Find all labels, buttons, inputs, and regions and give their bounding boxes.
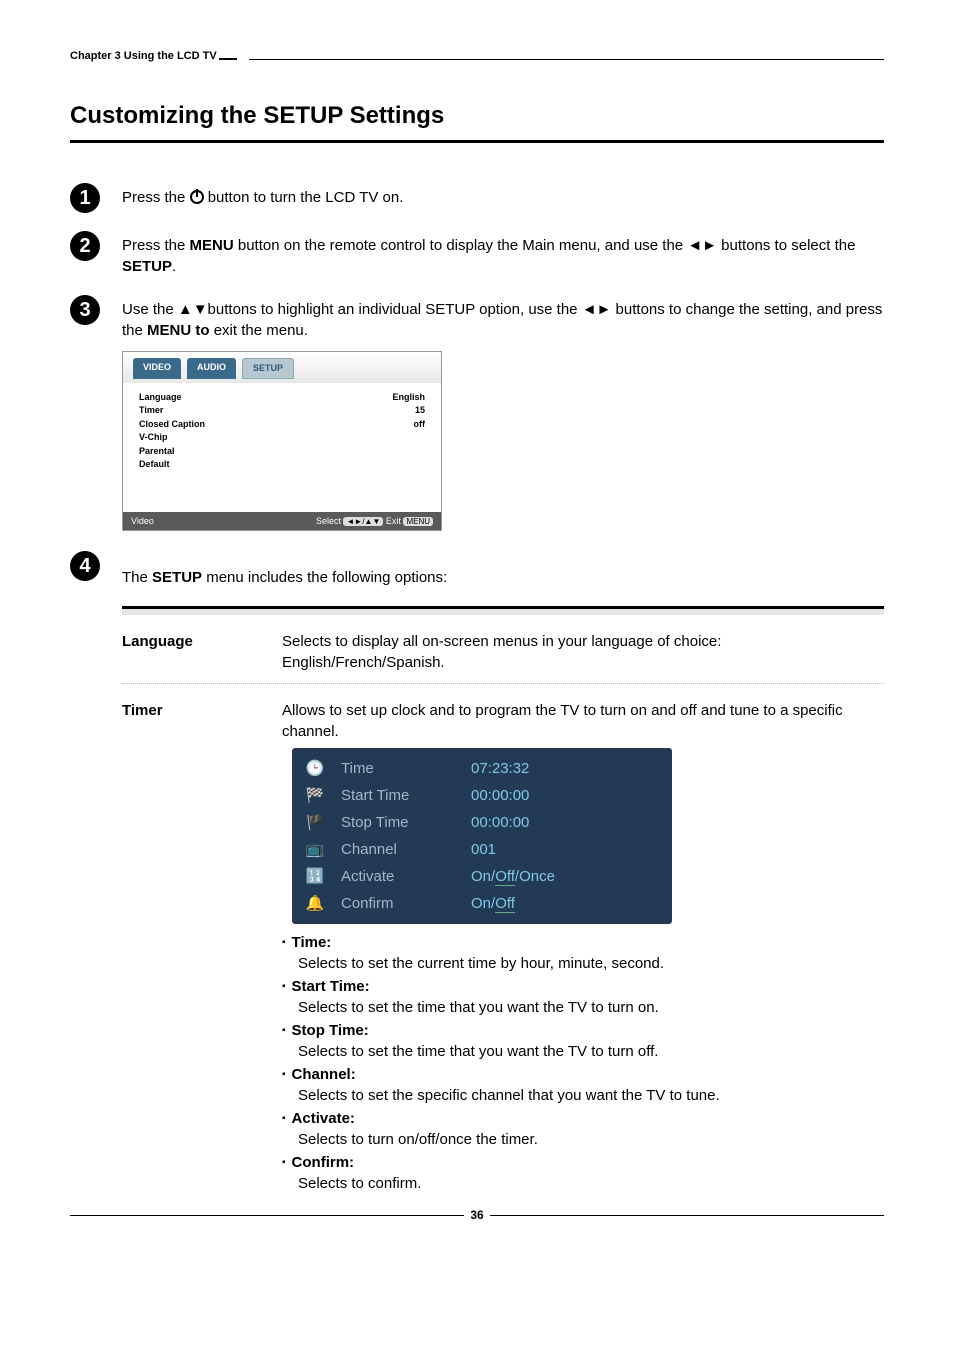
timer-row: 🔢ActivateOn/Off/Once (293, 863, 671, 890)
option-language-row: Language Selects to display all on-scree… (122, 615, 884, 683)
step-number-2: 2 (70, 231, 100, 261)
sub-confirm-desc: Selects to confirm. (298, 1173, 421, 1194)
step4-setup: SETUP (152, 569, 202, 586)
header-rule (249, 59, 884, 60)
page-title: Customizing the SETUP Settings (70, 102, 884, 130)
step4-text-a: The (122, 569, 152, 586)
osd-footer-exit: Exit (386, 516, 401, 526)
sub-channel-title: Channel: (282, 1066, 356, 1083)
step-number-1: 1 (70, 183, 100, 213)
osd-footer-left: Video (131, 515, 154, 528)
sub-activate-desc: Selects to turn on/off/once the timer. (298, 1129, 538, 1150)
step2-setup: SETUP (122, 258, 172, 275)
flag-on-icon: 🏁 (303, 786, 327, 806)
page-footer: 36 (70, 1208, 884, 1222)
option-language-name: Language (122, 631, 282, 673)
timer-osd-panel: 🕒Time07:23:32 🏁Start Time00:00:00 🏴Stop … (292, 748, 672, 924)
timer-row: 🕒Time07:23:32 (293, 755, 671, 782)
power-icon (190, 190, 204, 204)
step2-text-b: button on the remote control to display … (234, 237, 856, 254)
timer-sub-list: Time: Selects to set the current time by … (282, 932, 884, 1194)
osd-row: Default (139, 458, 425, 472)
sub-start-title: Start Time: (282, 978, 370, 995)
title-underline (70, 140, 884, 143)
footer-rule-right (490, 1215, 884, 1216)
step4-text-b: menu includes the following options: (202, 569, 447, 586)
step-4: 4 The SETUP menu includes the following … (70, 551, 884, 1204)
timer-row: 🏴Stop Time00:00:00 (293, 809, 671, 836)
osd-row: Closed Captionoff (139, 418, 425, 432)
timer-row: 🔔ConfirmOn/Off (293, 890, 671, 917)
sub-start-desc: Selects to set the time that you want th… (298, 997, 659, 1018)
sub-channel-desc: Selects to set the specific channel that… (298, 1085, 720, 1106)
step3-menu: MENU to (147, 322, 210, 339)
step2-text-c: . (172, 258, 176, 275)
sub-time-desc: Selects to set the current time by hour,… (298, 953, 664, 974)
osd-footer-menu-key: MENU (403, 517, 433, 526)
footer-rule-left (70, 1215, 464, 1216)
step-number-4: 4 (70, 551, 100, 581)
step2-menu: MENU (190, 237, 234, 254)
sub-stop-desc: Selects to set the time that you want th… (298, 1041, 658, 1062)
clock-icon: 🕒 (303, 759, 327, 779)
sub-stop-title: Stop Time: (282, 1022, 369, 1039)
sub-time-title: Time: (282, 934, 331, 951)
timer-row: 📺Channel001 (293, 836, 671, 863)
option-language-desc: Selects to display all on-screen menus i… (282, 631, 884, 673)
osd-tab-audio: AUDIO (187, 358, 236, 379)
flag-off-icon: 🏴 (303, 813, 327, 833)
step1-text-b: button to turn the LCD TV on. (208, 189, 404, 206)
chapter-header-line: Chapter 3 Using the LCD TV (70, 50, 884, 68)
osd-footer: Video Select ◄►/▲▼ Exit MENU (123, 512, 441, 531)
page-number: 36 (464, 1208, 489, 1222)
timer-row: 🏁Start Time00:00:00 (293, 782, 671, 809)
option-timer-desc: Allows to set up clock and to program th… (282, 700, 884, 742)
osd-tab-video: VIDEO (133, 358, 181, 379)
osd-footer-select: Select (316, 516, 341, 526)
osd-row: V-Chip (139, 431, 425, 445)
setup-options-table: Language Selects to display all on-scree… (122, 606, 884, 1204)
step-2: 2 Press the MENU button on the remote co… (70, 231, 884, 277)
step-1: 1 Press the button to turn the LCD TV on… (70, 183, 884, 213)
osd-tab-setup: SETUP (242, 358, 294, 379)
option-timer-name: Timer (122, 700, 282, 1194)
sub-activate-title: Activate: (282, 1110, 355, 1127)
step2-text-a: Press the (122, 237, 190, 254)
setup-osd-panel: VIDEO AUDIO SETUP LanguageEnglish Timer1… (122, 351, 442, 531)
step-number-3: 3 (70, 295, 100, 325)
osd-footer-nav-key: ◄►/▲▼ (343, 517, 383, 526)
osd-row: Parental (139, 445, 425, 459)
step3-text-b: exit the menu. (210, 322, 308, 339)
osd-row: LanguageEnglish (139, 391, 425, 405)
sub-confirm-title: Confirm: (282, 1154, 354, 1171)
dash-icon (219, 58, 237, 60)
activate-icon: 🔢 (303, 867, 327, 887)
osd-row: Timer15 (139, 404, 425, 418)
chapter-label: Chapter 3 Using the LCD TV (70, 50, 217, 62)
step-3: 3 Use the ▲▼buttons to highlight an indi… (70, 295, 884, 531)
step1-text-a: Press the (122, 189, 190, 206)
confirm-icon: 🔔 (303, 894, 327, 914)
option-timer-row: Timer Allows to set up clock and to prog… (122, 684, 884, 1204)
channel-icon: 📺 (303, 840, 327, 860)
